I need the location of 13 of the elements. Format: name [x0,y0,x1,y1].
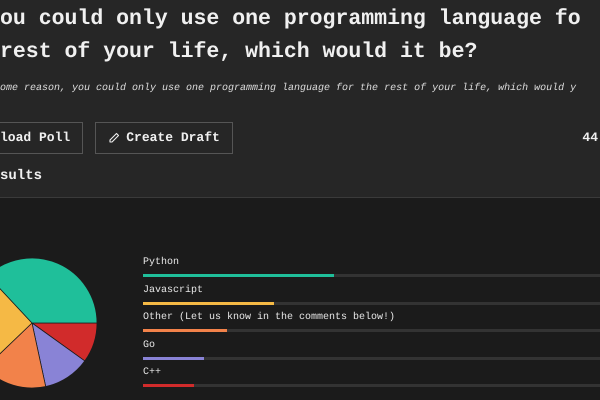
poll-title: ou could only use one programming language fo [0,6,581,33]
poll-button[interactable]: load Poll [0,122,84,154]
vote-count: 44 [582,129,598,148]
poll-description: ome reason, you could only use one programming language for the rest of your life, which would y [0,82,576,96]
results-heading: sults [0,167,42,186]
option-label: Other (Let us know in the comments below!) [143,311,396,325]
option-label: C++ [143,366,162,380]
option-label: Javascript [143,284,204,298]
pencil-icon [108,132,120,144]
option-label: Python [143,256,180,270]
option-label: Go [143,338,156,352]
create-draft-button[interactable]: Create Draft [95,122,233,154]
poll-title: rest of your life, which would it be? [0,39,478,66]
